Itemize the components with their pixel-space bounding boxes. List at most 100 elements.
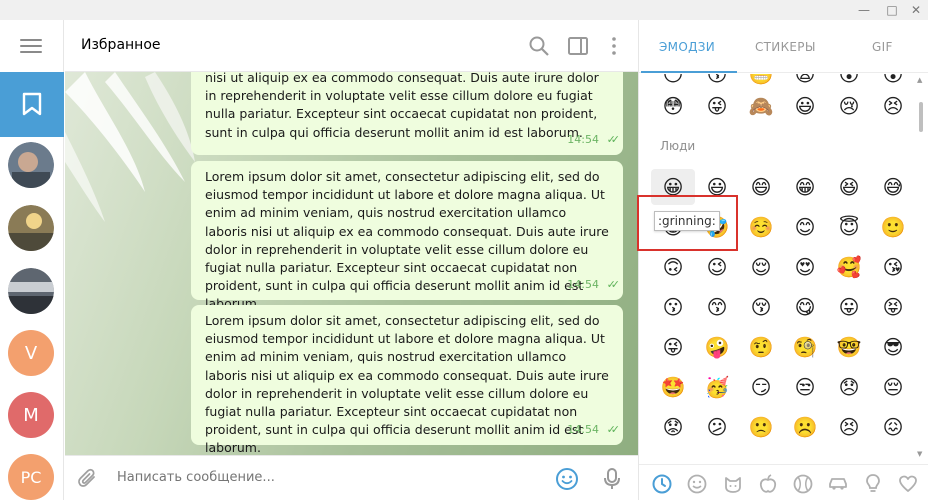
emoji-row: 🤩 🥳 😏 😒 😞 😔 xyxy=(651,369,915,405)
microphone-icon[interactable] xyxy=(602,467,622,491)
animals-cat-icon[interactable] xyxy=(722,473,744,495)
emoji[interactable]: 🥰 xyxy=(827,249,871,285)
section-title-people: Люди xyxy=(660,139,696,153)
emoji[interactable]: 😋 xyxy=(783,289,827,325)
emoji[interactable]: 😛 xyxy=(827,289,871,325)
emoji[interactable]: 😘 xyxy=(871,249,915,285)
smiley-category-icon[interactable] xyxy=(686,473,708,495)
read-check-icon: ✓✓ xyxy=(606,132,621,146)
maximize-button[interactable]: □ xyxy=(880,0,904,20)
emoji[interactable]: 🤩 xyxy=(651,369,695,405)
emoji-row: 😟 😕 🙁 ☹️ 😣 😖 xyxy=(651,409,915,445)
emoji[interactable]: ☹️ xyxy=(783,409,827,445)
emoji[interactable]: 😣 xyxy=(871,88,915,124)
chat-avatar-1[interactable] xyxy=(8,142,54,188)
emoji[interactable]: 🙈 xyxy=(739,88,783,124)
emoji[interactable]: 🤪 xyxy=(695,329,739,365)
chat-header: Избранное xyxy=(65,20,638,72)
read-check-icon: ✓✓ xyxy=(606,422,621,436)
emoji[interactable]: 😝 xyxy=(871,289,915,325)
emoji[interactable]: 😆 xyxy=(827,169,871,205)
message-text: Lorem ipsum dolor sit amet, consectetur … xyxy=(205,169,609,312)
emoji[interactable]: 😞 xyxy=(827,369,871,405)
emoji[interactable]: 😍 xyxy=(783,249,827,285)
travel-car-icon[interactable] xyxy=(827,473,849,495)
scroll-up-arrow[interactable]: ▲ xyxy=(917,76,925,84)
emoji[interactable]: 😔 xyxy=(871,369,915,405)
read-check-icon: ✓✓ xyxy=(606,277,621,291)
scrollbar-thumb[interactable] xyxy=(919,102,923,132)
chat-avatar-2[interactable] xyxy=(8,205,54,251)
more-options-icon[interactable] xyxy=(602,34,626,58)
emoji[interactable]: 😌 xyxy=(739,249,783,285)
active-tab-indicator xyxy=(641,71,737,73)
menu-icon[interactable] xyxy=(20,39,42,55)
emoji-panel: ЭМОДЗИ СТИКЕРЫ GIF 😶 😗 😬 😦 😮 😲 😳 😜 🙈 😃 😢… xyxy=(638,20,928,500)
window-titlebar: — □ ✕ xyxy=(0,0,928,20)
emoji[interactable]: 😣 xyxy=(827,409,871,445)
objects-bulb-icon[interactable] xyxy=(862,473,884,495)
emoji[interactable]: 🙃 xyxy=(651,249,695,285)
emoji-grid: 😶 😗 😬 😦 😮 😲 😳 😜 🙈 😃 😢 😣 Люди 😀 😃 😄 😁 😆 😅 xyxy=(639,74,919,464)
emoji[interactable]: 😃 xyxy=(783,88,827,124)
emoji[interactable]: ☺️ xyxy=(739,209,783,245)
emoji[interactable]: 🙂 xyxy=(871,209,915,245)
emoji[interactable]: 🧐 xyxy=(783,329,827,365)
activity-ball-icon[interactable] xyxy=(792,473,814,495)
chat-item-saved-messages[interactable] xyxy=(0,72,64,137)
emoji[interactable]: 😚 xyxy=(739,289,783,325)
chat-avatar-3[interactable] xyxy=(8,268,54,314)
symbols-heart-icon[interactable] xyxy=(897,473,919,495)
emoji-row: 😳 😜 🙈 😃 😢 😣 xyxy=(651,88,915,124)
message-input[interactable] xyxy=(117,470,517,485)
chat-avatar-pc[interactable]: PC xyxy=(8,454,54,500)
emoji[interactable]: 😉 xyxy=(695,249,739,285)
chat-avatar-v[interactable]: V xyxy=(8,330,54,376)
bookmark-icon xyxy=(22,92,42,116)
sidebar-toggle-icon[interactable] xyxy=(566,34,590,58)
tab-emoji[interactable]: ЭМОДЗИ xyxy=(659,40,715,54)
emoji[interactable]: 😒 xyxy=(783,369,827,405)
tab-gif[interactable]: GIF xyxy=(872,40,893,54)
emoji[interactable]: 😏 xyxy=(739,369,783,405)
attach-icon[interactable] xyxy=(77,467,99,491)
message-text: nisi ut aliquip ex ea commodo consequat.… xyxy=(205,72,599,140)
close-button[interactable]: ✕ xyxy=(904,0,928,20)
emoji[interactable]: 😜 xyxy=(651,329,695,365)
emoji[interactable]: 😳 xyxy=(651,88,695,124)
minimize-button[interactable]: — xyxy=(852,0,876,20)
recent-clock-icon[interactable] xyxy=(651,473,673,495)
emoji[interactable]: 🤓 xyxy=(827,329,871,365)
emoji[interactable]: 🤨 xyxy=(739,329,783,365)
emoji[interactable]: 🥳 xyxy=(695,369,739,405)
message-bubble[interactable]: Lorem ipsum dolor sit amet, consectetur … xyxy=(191,305,623,455)
emoji[interactable]: 😎 xyxy=(871,329,915,365)
chat-avatar-m[interactable]: M xyxy=(8,392,54,438)
message-text: Lorem ipsum dolor sit amet, consectetur … xyxy=(205,313,609,455)
emoji[interactable]: 😙 xyxy=(695,289,739,325)
emoji[interactable]: 🙁 xyxy=(739,409,783,445)
emoji[interactable]: 😖 xyxy=(871,409,915,445)
emoji[interactable]: 😗 xyxy=(651,289,695,325)
emoji[interactable]: 😢 xyxy=(827,88,871,124)
chat-list-sidebar: V M PC xyxy=(0,20,64,500)
emoji[interactable]: 😟 xyxy=(651,409,695,445)
message-bubble[interactable]: nisi ut aliquip ex ea commodo consequat.… xyxy=(191,72,623,155)
emoji[interactable]: 😁 xyxy=(783,169,827,205)
emoji[interactable]: 😕 xyxy=(695,409,739,445)
search-icon[interactable] xyxy=(527,34,551,58)
tab-stickers[interactable]: СТИКЕРЫ xyxy=(755,40,816,54)
message-time: 14:54 xyxy=(567,132,599,146)
emoji-row: 😗 😙 😚 😋 😛 😝 xyxy=(651,289,915,325)
emoji[interactable]: 😄 xyxy=(739,169,783,205)
message-time: 14:54 xyxy=(567,277,599,291)
emoji[interactable]: 😊 xyxy=(783,209,827,245)
emoji[interactable]: 😜 xyxy=(695,88,739,124)
message-bubble[interactable]: Lorem ipsum dolor sit amet, consectetur … xyxy=(191,161,623,311)
emoji[interactable]: 😇 xyxy=(827,209,871,245)
emoji[interactable]: 😅 xyxy=(871,169,915,205)
food-apple-icon[interactable] xyxy=(757,473,779,495)
emoji-button-icon[interactable] xyxy=(555,467,579,491)
scroll-down-arrow[interactable]: ▼ xyxy=(917,450,925,458)
message-area[interactable]: nisi ut aliquip ex ea commodo consequat.… xyxy=(65,72,638,455)
